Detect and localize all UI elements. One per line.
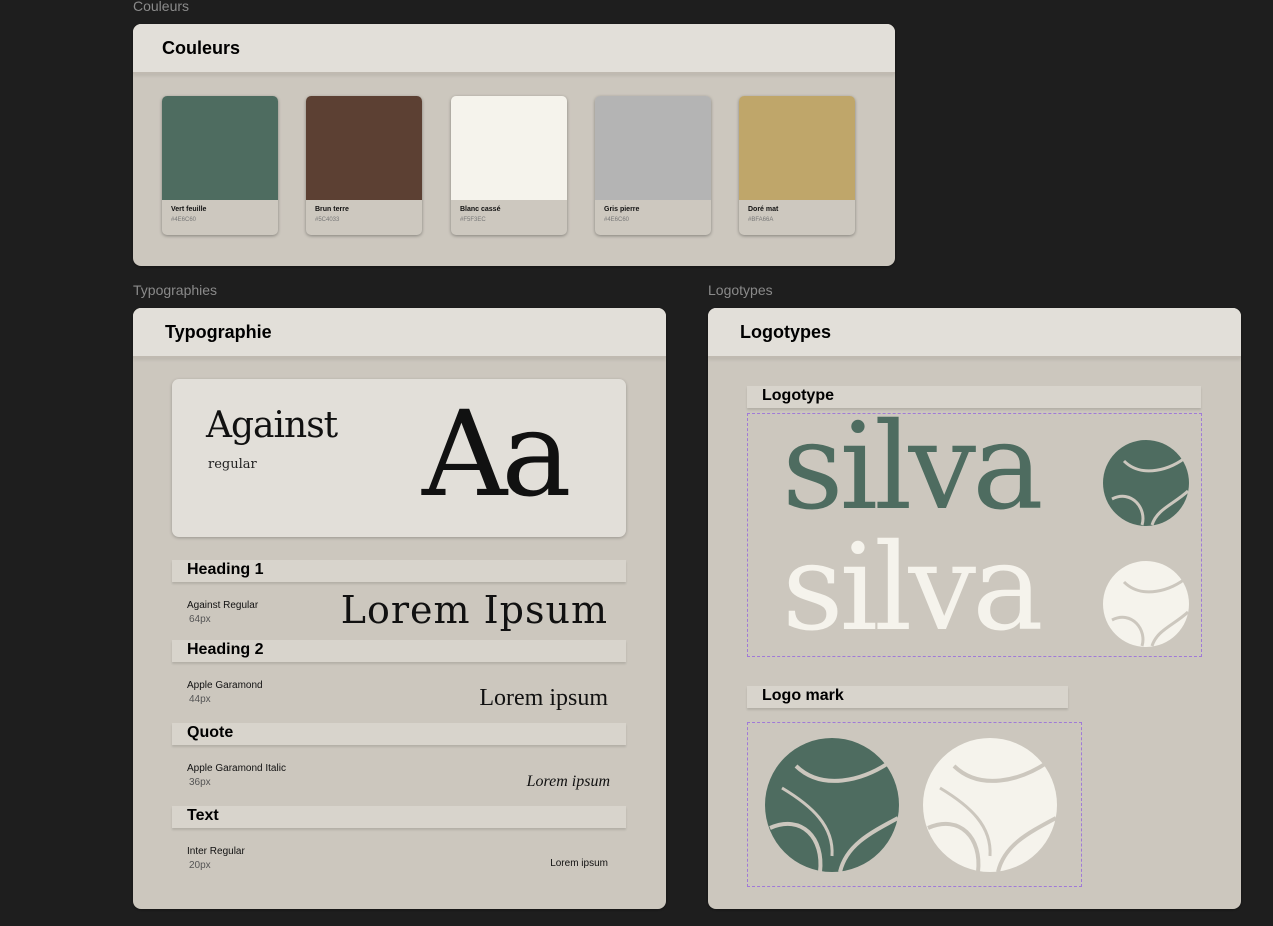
swatch-hex: #4E6C60 [604,217,630,223]
swatch-name: Blanc cassé [460,206,501,213]
style-section-title: Heading 1 [187,561,264,578]
color-chip [451,96,567,200]
style-section-quote: Quote [172,723,626,745]
specimen-font-weight: regular [208,457,257,472]
logo-mark-cream-inline [1103,561,1190,647]
style-sample: Lorem ipsum [526,773,610,790]
logos-card: Logotypes Logotype silva silva Logo mark [708,308,1241,909]
swatch-card[interactable]: Brun terre #5C4033 [306,96,422,235]
specimen-font-name: Against [206,405,338,446]
logo-mark-cream [923,738,1057,873]
swatch-hex: #BFA66A [748,217,774,223]
color-chip [162,96,278,200]
color-chip [739,96,855,200]
style-sample: Lorem ipsum [550,858,608,869]
logo-mark-green [765,738,899,873]
style-section-title: Text [187,807,219,824]
swatch-name: Brun terre [315,206,349,213]
wordmark-cream: silva [782,519,1044,658]
swatch-hex: #5C4033 [315,217,340,223]
swatch-name: Doré mat [748,206,779,213]
color-chip [595,96,711,200]
swatch-hex: #F5F3EC [460,217,486,223]
logos-card-header: Logotypes [708,308,1241,358]
style-section-text: Text [172,806,626,828]
logomark-section-title: Logo mark [762,687,844,704]
logomark-section-bar: Logo mark [747,686,1068,708]
swatch-name: Gris pierre [604,206,640,213]
logos-card-title: Logotypes [740,322,832,342]
frame-label-logos[interactable]: Logotypes [708,282,773,298]
color-chip [306,96,422,200]
swatch-card[interactable]: Gris pierre #4E6C60 [595,96,711,235]
style-section-heading1: Heading 1 [172,560,626,582]
style-font-size: 44px [189,694,211,705]
typography-card-header: Typographie [133,308,666,358]
wordmark-green: silva [782,398,1044,537]
swatch-name: Vert feuille [171,206,207,213]
style-font-size: 64px [189,614,211,625]
logotype-frame[interactable]: silva silva [747,408,1202,658]
style-section-heading2: Heading 2 [172,640,626,662]
style-sample: Lorem Ipsum [340,588,608,632]
colors-card-title: Couleurs [162,38,241,58]
colors-card-header: Couleurs [133,24,895,74]
frame-label-typography[interactable]: Typographies [133,282,217,298]
swatch-card[interactable]: Blanc cassé #F5F3EC [451,96,567,235]
style-font-size: 36px [189,777,211,788]
style-section-title: Quote [187,724,234,741]
logomark-frame[interactable] [747,722,1082,887]
style-font-name: Against Regular [187,600,259,611]
specimen-glyphs: Aa [422,385,572,523]
swatch-hex: #4E6C60 [171,217,197,223]
font-specimen: Against regular Aa [172,379,626,537]
style-font-name: Apple Garamond Italic [187,763,286,774]
style-font-name: Apple Garamond [187,680,263,691]
swatch-card[interactable]: Doré mat #BFA66A [739,96,855,235]
style-font-name: Inter Regular [187,846,245,857]
logo-mark-green-inline [1103,440,1190,526]
typography-card: Typographie Against regular Aa Heading 1… [133,308,666,909]
style-section-title: Heading 2 [187,641,264,658]
typography-card-title: Typographie [165,322,272,342]
frame-label-colors[interactable]: Couleurs [133,0,189,14]
style-font-size: 20px [189,860,211,871]
swatch-card[interactable]: Vert feuille #4E6C60 [162,96,278,235]
style-sample: Lorem ipsum [479,685,608,711]
colors-card: Couleurs Vert feuille #4E6C60 Brun terre… [133,24,895,266]
